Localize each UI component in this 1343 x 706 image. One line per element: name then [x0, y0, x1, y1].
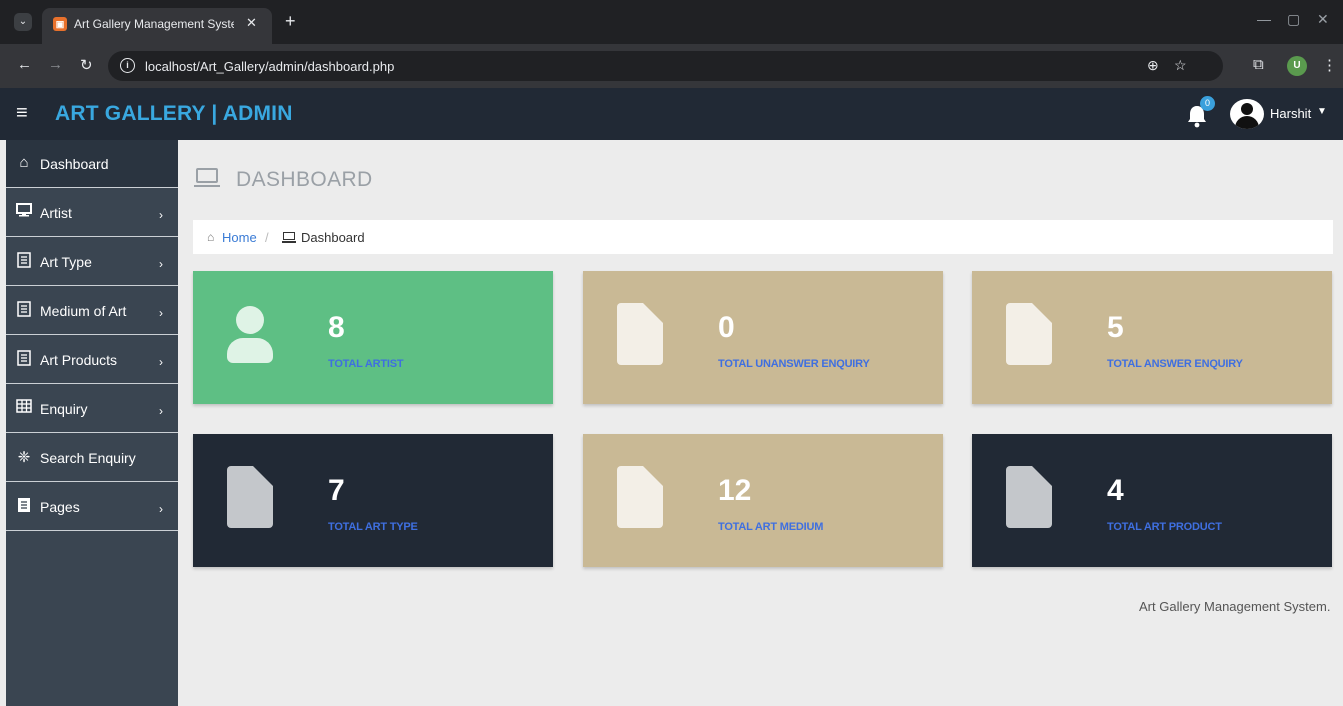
- document-icon: [15, 252, 33, 272]
- stat-card-total-artist[interactable]: 8 TOTAL ARTIST: [193, 271, 553, 404]
- back-icon[interactable]: ←: [17, 56, 32, 73]
- sidebar-item-label: Enquiry: [40, 401, 88, 417]
- browser-menu-icon[interactable]: ⋮: [1322, 56, 1337, 74]
- breadcrumb-current: Dashboard: [301, 230, 365, 245]
- stat-card-total-art-product[interactable]: 4 TOTAL ART PRODUCT: [972, 434, 1332, 567]
- document-icon: [617, 466, 663, 528]
- search-gear-icon: ❈: [17, 449, 31, 466]
- sidebar-item-label: Search Enquiry: [40, 450, 136, 466]
- user-avatar-icon[interactable]: [1230, 99, 1264, 129]
- document-icon: [1006, 303, 1052, 365]
- breadcrumb-separator: /: [265, 230, 269, 245]
- chevron-right-icon: ›: [159, 306, 163, 320]
- stat-label[interactable]: TOTAL ARTIST: [328, 358, 404, 370]
- stat-label[interactable]: TOTAL ART PRODUCT: [1107, 521, 1222, 533]
- sidebar-item-pages[interactable]: Pages ›: [6, 483, 178, 531]
- stat-value: 12: [718, 474, 752, 507]
- sidebar-item-label: Art Products: [40, 352, 118, 368]
- chevron-right-icon: ›: [159, 502, 163, 516]
- breadcrumb-home-link[interactable]: Home: [222, 230, 257, 245]
- document-icon: [15, 301, 33, 321]
- laptop-icon: [194, 168, 222, 188]
- document-icon: [227, 466, 273, 528]
- caret-down-icon[interactable]: ▼: [1317, 106, 1327, 117]
- forward-icon[interactable]: →: [48, 56, 63, 73]
- sidebar-item-search-enquiry[interactable]: ❈ Search Enquiry: [6, 434, 178, 482]
- sidebar-item-artist[interactable]: Artist ›: [6, 189, 178, 237]
- stat-value: 0: [718, 311, 735, 344]
- sidebar-item-label: Dashboard: [40, 156, 109, 172]
- document-icon: [1006, 466, 1052, 528]
- user-name[interactable]: Harshit: [1270, 106, 1311, 121]
- home-icon: ⌂: [19, 154, 29, 171]
- document-icon: [15, 350, 33, 370]
- new-tab-icon[interactable]: +: [285, 11, 296, 32]
- stat-value: 8: [328, 311, 345, 344]
- stat-card-total-unanswer-enquiry[interactable]: 0 TOTAL UNANSWER ENQUIRY: [583, 271, 943, 404]
- app-header: ≡ ART GALLERY | ADMIN 0 Harshit ▼: [0, 88, 1343, 140]
- browser-address-bar: ← → ↻ i localhost/Art_Gallery/admin/dash…: [0, 44, 1343, 88]
- favicon-icon: ▣: [53, 17, 67, 31]
- sidebar: ⌂ Dashboard Artist › Art Type › Medium o…: [6, 140, 178, 706]
- laptop-icon: [282, 232, 297, 243]
- sidebar-item-label: Artist: [40, 205, 72, 221]
- breadcrumb: ⌂ Home / Dashboard: [193, 220, 1333, 254]
- stat-card-total-art-medium[interactable]: 12 TOTAL ART MEDIUM: [583, 434, 943, 567]
- sidebar-item-dashboard[interactable]: ⌂ Dashboard: [6, 140, 178, 188]
- reload-icon[interactable]: ↻: [80, 56, 93, 74]
- sidebar-item-medium-of-art[interactable]: Medium of Art ›: [6, 287, 178, 335]
- site-info-icon[interactable]: i: [120, 58, 135, 73]
- zoom-icon[interactable]: ⊕: [1147, 57, 1159, 74]
- bookmark-star-icon[interactable]: ☆: [1174, 57, 1187, 74]
- url-text[interactable]: localhost/Art_Gallery/admin/dashboard.ph…: [145, 59, 394, 74]
- sidebar-item-label: Medium of Art: [40, 303, 127, 319]
- chevron-right-icon: ›: [159, 208, 163, 222]
- chevron-right-icon: ›: [159, 404, 163, 418]
- tab-close-icon[interactable]: ✕: [246, 15, 257, 31]
- document-icon: [617, 303, 663, 365]
- file-icon: [15, 497, 33, 517]
- close-window-icon[interactable]: ✕: [1317, 11, 1329, 28]
- sidebar-item-art-type[interactable]: Art Type ›: [6, 238, 178, 286]
- stat-label[interactable]: TOTAL ART MEDIUM: [718, 521, 823, 533]
- chevron-right-icon: ›: [159, 257, 163, 271]
- stat-value: 7: [328, 474, 345, 507]
- table-icon: [15, 399, 33, 417]
- restore-icon[interactable]: ▢: [1287, 11, 1300, 28]
- sidebar-item-label: Pages: [40, 499, 80, 515]
- stat-label[interactable]: TOTAL ART TYPE: [328, 521, 418, 533]
- stat-value: 4: [1107, 474, 1124, 507]
- sidebar-item-label: Art Type: [40, 254, 92, 270]
- tab-search-icon[interactable]: ⌄: [14, 13, 32, 31]
- minimize-icon[interactable]: —: [1257, 11, 1271, 27]
- brand-title[interactable]: ART GALLERY | ADMIN: [55, 102, 293, 126]
- stat-label[interactable]: TOTAL UNANSWER ENQUIRY: [718, 358, 870, 370]
- hamburger-menu-icon[interactable]: ≡: [16, 102, 28, 125]
- footer-text: Art Gallery Management System.: [1139, 599, 1331, 614]
- sidebar-item-enquiry[interactable]: Enquiry ›: [6, 385, 178, 433]
- profile-avatar[interactable]: U: [1287, 56, 1307, 76]
- browser-tab[interactable]: ▣ Art Gallery Management Systen ✕: [42, 8, 272, 44]
- sidebar-item-art-products[interactable]: Art Products ›: [6, 336, 178, 384]
- stat-card-total-art-type[interactable]: 7 TOTAL ART TYPE: [193, 434, 553, 567]
- stat-label[interactable]: TOTAL ANSWER ENQUIRY: [1107, 358, 1243, 370]
- extensions-icon[interactable]: ⧉: [1253, 56, 1264, 73]
- page-title: DASHBOARD: [236, 168, 373, 191]
- chevron-right-icon: ›: [159, 355, 163, 369]
- browser-tab-bar: ⌄ ▣ Art Gallery Management Systen ✕ + — …: [0, 0, 1343, 44]
- tab-title: Art Gallery Management Systen: [74, 17, 234, 31]
- notification-badge: 0: [1200, 96, 1215, 111]
- stat-value: 5: [1107, 311, 1124, 344]
- stat-card-total-answer-enquiry[interactable]: 5 TOTAL ANSWER ENQUIRY: [972, 271, 1332, 404]
- user-icon: [227, 303, 273, 365]
- home-icon: ⌂: [207, 230, 215, 244]
- desktop-icon: [15, 203, 33, 221]
- omnibox[interactable]: i localhost/Art_Gallery/admin/dashboard.…: [108, 51, 1223, 81]
